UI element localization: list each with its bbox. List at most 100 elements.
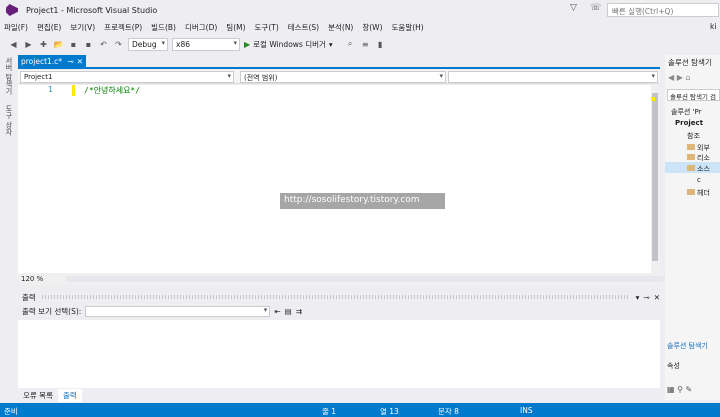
new-project-icon[interactable]: ✚ [38, 40, 49, 49]
change-marker [651, 97, 655, 101]
filter-icon[interactable]: ▽ [570, 3, 577, 13]
zoom-bar: 120 % [18, 273, 666, 285]
find-icon[interactable]: ⌕ [345, 39, 356, 49]
change-indicator [72, 85, 75, 96]
tree-c-file[interactable]: c [697, 176, 701, 184]
menu-test[interactable]: 테스트(S) [288, 22, 319, 33]
play-icon: ▶ [244, 39, 251, 49]
menu-project[interactable]: 프로젝트(P) [104, 22, 142, 33]
standard-toolbar: ◀ ▶ ✚ 📂 ▪ ▪ ↶ ↷ Debug x86 ▶ 로컬 Windows 디… [0, 35, 720, 53]
status-char: 문자 8 [438, 407, 459, 416]
line-number: 1 [48, 85, 53, 94]
tree-headers[interactable]: 헤더 [687, 188, 710, 198]
status-line: 줄 1 [322, 407, 337, 416]
close-icon[interactable]: ✕ [77, 57, 83, 66]
zoom-level[interactable]: 120 % [21, 275, 43, 283]
panel-menu-icon[interactable]: ▾ [636, 293, 640, 302]
start-debug-label: 로컬 Windows 디버거 [253, 39, 326, 49]
visual-studio-logo-icon [6, 4, 18, 16]
start-debug-button[interactable]: ▶ 로컬 Windows 디버거 ▾ [244, 39, 333, 50]
status-bar: 준비 줄 1 열 13 문자 8 INS [0, 403, 720, 417]
output-content[interactable] [18, 320, 660, 388]
scope-nav-select[interactable]: (전역 범위) [240, 71, 446, 83]
status-ready: 준비 [4, 407, 18, 416]
find-message-icon[interactable]: ⇤ [274, 307, 280, 316]
code-editor[interactable]: 1 /*안녕하세요*/ http://sosolifestory.tistory… [18, 85, 651, 273]
menu-bar: 파일(F) 편집(E) 보기(V) 프로젝트(P) 빌드(B) 디버그(D) 팀… [0, 20, 720, 34]
menu-edit[interactable]: 편집(E) [37, 22, 61, 33]
editor-horizontal-scrollbar[interactable] [66, 276, 666, 282]
user-account[interactable]: ki [710, 22, 716, 31]
project-nav-select[interactable]: Project1 [20, 71, 234, 83]
scroll-thumb[interactable] [652, 93, 658, 261]
open-file-icon[interactable]: 📂 [53, 40, 64, 49]
home-icon[interactable]: ◀ ▶ ⌂ [668, 73, 690, 82]
menu-tools[interactable]: 도구(T) [255, 22, 279, 33]
server-explorer-tab[interactable]: 서버 탐색기 [4, 57, 14, 94]
pin-icon[interactable]: ⊸ [643, 293, 649, 302]
clear-all-icon[interactable]: ▤ [285, 307, 292, 316]
menu-debug[interactable]: 디버그(D) [185, 22, 217, 33]
comment-icon[interactable]: ≡ [360, 40, 371, 49]
folder-icon [687, 189, 695, 195]
output-title: 출력 [22, 292, 36, 302]
tree-source[interactable]: 소스 [687, 164, 710, 174]
output-source-label: 출력 보기 선택(S): [22, 306, 82, 316]
pin-icon[interactable]: ⊸ [67, 57, 73, 66]
status-mode: INS [520, 406, 533, 415]
folder-icon [687, 165, 695, 171]
document-tab[interactable]: project1.c* ⊸ ✕ [18, 55, 86, 69]
folder-icon [687, 154, 695, 160]
undo-icon[interactable]: ↶ [98, 40, 109, 49]
tree-references[interactable]: 참조 [687, 131, 700, 141]
chevron-down-icon: ▾ [328, 39, 333, 49]
watermark-text: http://sosolifestory.tistory.com [280, 193, 445, 209]
output-panel-header: 출력 ▾ ⊸ ✕ [18, 291, 660, 303]
panel-grip[interactable] [41, 295, 630, 299]
properties-tools-icon[interactable]: ▦ ⚲ ✎ [667, 385, 692, 394]
tab-output[interactable]: 출력 [57, 389, 82, 402]
menu-build[interactable]: 빌드(B) [151, 22, 176, 33]
tree-solution[interactable]: 솔루션 'Pr [671, 107, 701, 117]
document-tab-label: project1.c* [21, 57, 63, 66]
bottom-tabs: 오류 목록 출력 [18, 389, 660, 403]
output-toolbar: 출력 보기 선택(S): ⇤ ▤ ⇉ [18, 304, 660, 318]
menu-view[interactable]: 보기(V) [70, 22, 95, 33]
back-icon[interactable]: ◀ [8, 40, 19, 49]
code-line[interactable]: /*안녕하세요*/ [84, 85, 140, 96]
properties-title: 속성 [667, 362, 680, 370]
navigation-bar: Project1 (전역 범위) [18, 70, 660, 84]
menu-window[interactable]: 창(W) [362, 22, 382, 33]
forward-icon[interactable]: ▶ [23, 40, 34, 49]
folder-icon [687, 144, 695, 150]
quick-launch-input[interactable]: 빠른 실행(Ctrl+Q) [607, 3, 719, 17]
config-select[interactable]: Debug [128, 37, 168, 51]
close-icon[interactable]: ✕ [654, 293, 660, 302]
bookmark-icon[interactable]: ▮ [375, 40, 386, 49]
solution-search-input[interactable]: 솔루션 탐색기 검 [667, 89, 720, 101]
tree-project[interactable]: Project [675, 119, 703, 127]
menu-file[interactable]: 파일(F) [4, 22, 28, 33]
menu-team[interactable]: 팀(M) [226, 22, 245, 33]
editor-vertical-scrollbar[interactable] [651, 85, 660, 273]
title-bar: Project1 - Microsoft Visual Studio ▽ ☏ 빠… [0, 0, 720, 20]
output-source-select[interactable] [85, 305, 271, 317]
solution-explorer-title: 솔루션 탐색기 [668, 58, 712, 67]
tab-error-list[interactable]: 오류 목록 [18, 389, 58, 402]
save-icon[interactable]: ▪ [68, 40, 79, 49]
save-all-icon[interactable]: ▪ [83, 40, 94, 49]
redo-icon[interactable]: ↷ [113, 40, 124, 49]
solution-explorer-panel: 솔루션 탐색기 ◀ ▶ ⌂ 솔루션 탐색기 검 솔루션 'Pr Project … [665, 55, 720, 400]
document-tabs: project1.c* ⊸ ✕ [18, 55, 660, 69]
menu-help[interactable]: 도움말(H) [392, 22, 424, 33]
menu-analyze[interactable]: 분석(N) [328, 22, 353, 33]
member-nav-select[interactable] [448, 71, 658, 83]
solution-explorer-tab[interactable]: 솔루션 탐색기 [667, 341, 708, 351]
word-wrap-icon[interactable]: ⇉ [296, 307, 302, 316]
toolbox-tab[interactable]: 도구 상자 [4, 105, 14, 135]
feedback-icon[interactable]: ☏ [590, 3, 601, 13]
tree-external[interactable]: 외부 [687, 143, 710, 153]
status-column: 열 13 [380, 407, 399, 416]
window-title: Project1 - Microsoft Visual Studio [26, 5, 158, 15]
platform-select[interactable]: x86 [172, 37, 240, 51]
